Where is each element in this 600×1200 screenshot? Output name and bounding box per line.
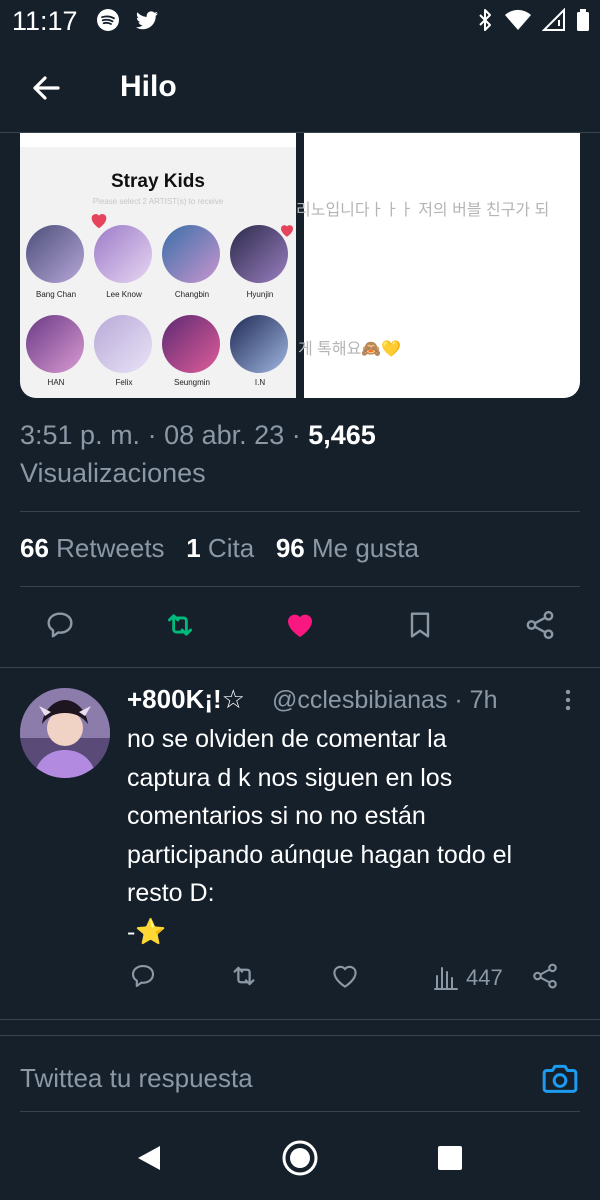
tweet-media: Stray Kids Please select 2 ARTIST(s) to … (20, 133, 580, 398)
tweet-time: 3:51 p. m. (20, 420, 141, 450)
image-top-band (20, 133, 296, 147)
views-count: 5,465 (308, 420, 376, 450)
heart-sticker-icon (278, 221, 296, 244)
quotes-stat[interactable]: 1 Cita (186, 533, 254, 563)
status-left-icons (96, 8, 160, 37)
comment-icon (128, 961, 158, 996)
image-caption-line: 리노입니다ㅏㅏㅏ 저의 버블 친구가 되 (296, 202, 550, 219)
reply-retweet-button[interactable] (228, 958, 260, 998)
heart-sticker-icon (88, 209, 110, 236)
share-button[interactable] (518, 605, 562, 649)
retweets-count: 66 (20, 533, 49, 563)
retweet-icon (162, 608, 198, 647)
analytics-icon (434, 962, 458, 995)
likes-count: 96 (275, 533, 305, 563)
wifi-icon (504, 8, 532, 37)
retweet-icon (228, 961, 260, 996)
reply-share-button[interactable] (530, 958, 560, 998)
status-bar: 11:17 (0, 0, 600, 42)
more-options-icon[interactable] (556, 686, 580, 714)
member-photo (26, 225, 84, 283)
back-arrow-icon[interactable] (28, 70, 64, 106)
divider (20, 1111, 580, 1112)
retweets-stat[interactable]: 66 Retweets (20, 533, 165, 563)
media-image-bubble-message[interactable]: 리노입니다ㅏㅏㅏ 저의 버블 친구가 되 게 톡해요🙈💛 (296, 133, 580, 398)
nav-home-icon[interactable] (280, 1138, 320, 1178)
views-label: Visualizaciones (20, 458, 206, 488)
share-icon (530, 961, 560, 996)
quotes-label: Cita (207, 533, 255, 563)
signal-icon (541, 7, 566, 37)
status-time: 11:17 (12, 6, 78, 36)
heart-icon (330, 961, 360, 996)
likes-stat[interactable]: 96 Me gusta (276, 533, 419, 563)
divider (0, 1019, 600, 1020)
nav-recents-icon[interactable] (430, 1138, 470, 1178)
avatar[interactable] (20, 688, 110, 778)
media-image-stray-kids[interactable]: Stray Kids Please select 2 ARTIST(s) to … (20, 133, 296, 398)
likes-label: Me gusta (312, 533, 419, 563)
status-right-icons (476, 7, 590, 37)
divider (20, 511, 580, 512)
tweet-timestamp: 3:51 p. m. · 08 abr. 23 · 5,465 (20, 420, 376, 451)
bookmark-button[interactable] (398, 605, 442, 649)
member-photo (94, 315, 152, 373)
share-icon (523, 608, 557, 647)
divider (20, 586, 580, 587)
reply-comment-button[interactable] (128, 958, 158, 998)
comment-icon (43, 608, 77, 647)
retweets-label: Retweets (56, 533, 165, 563)
reply-display-name[interactable]: +800K¡!☆ (127, 684, 245, 715)
bluetooth-icon (476, 8, 494, 37)
member-name: I.N (254, 378, 266, 387)
divider (0, 667, 600, 668)
reply-views-count: 447 (466, 965, 503, 990)
heart-filled-icon (283, 608, 317, 647)
divider (0, 1035, 600, 1036)
tweet-date: 08 abr. 23 (164, 420, 285, 450)
image-subtitle: Please select 2 ARTIST(s) to receive (92, 197, 224, 206)
retweet-button[interactable] (158, 605, 202, 649)
twitter-icon (134, 8, 160, 37)
reply-text: no se olviden de comentar la captura d k… (127, 725, 513, 946)
reply-button[interactable] (38, 605, 82, 649)
member-photo (162, 225, 220, 283)
nav-back-icon[interactable] (130, 1138, 170, 1178)
tweet-stats: 66 Retweets 1 Cita 96 Me gusta (20, 533, 419, 564)
header: Hilo (0, 42, 600, 132)
member-name: Hyunjin (246, 290, 274, 299)
quotes-count: 1 (186, 533, 201, 563)
reply-like-button[interactable] (330, 958, 360, 998)
reply-handle[interactable]: @cclesbibianas · 7h (272, 686, 498, 715)
meta-separator: · (291, 420, 301, 450)
reply-views-button[interactable]: 447 (434, 958, 503, 998)
battery-icon (576, 8, 590, 37)
reply-compose-input[interactable] (20, 1058, 520, 1098)
meta-separator: · (147, 420, 157, 450)
spotify-icon (96, 8, 120, 37)
camera-icon[interactable] (540, 1058, 580, 1098)
image-title: Stray Kids (111, 171, 205, 192)
member-photo (26, 315, 84, 373)
bookmark-icon (404, 608, 436, 647)
like-button[interactable] (278, 605, 322, 649)
image-caption-line: 게 톡해요🙈💛 (298, 341, 402, 358)
member-photo (162, 315, 220, 373)
member-photo (230, 315, 288, 373)
page-title: Hilo (120, 70, 177, 103)
